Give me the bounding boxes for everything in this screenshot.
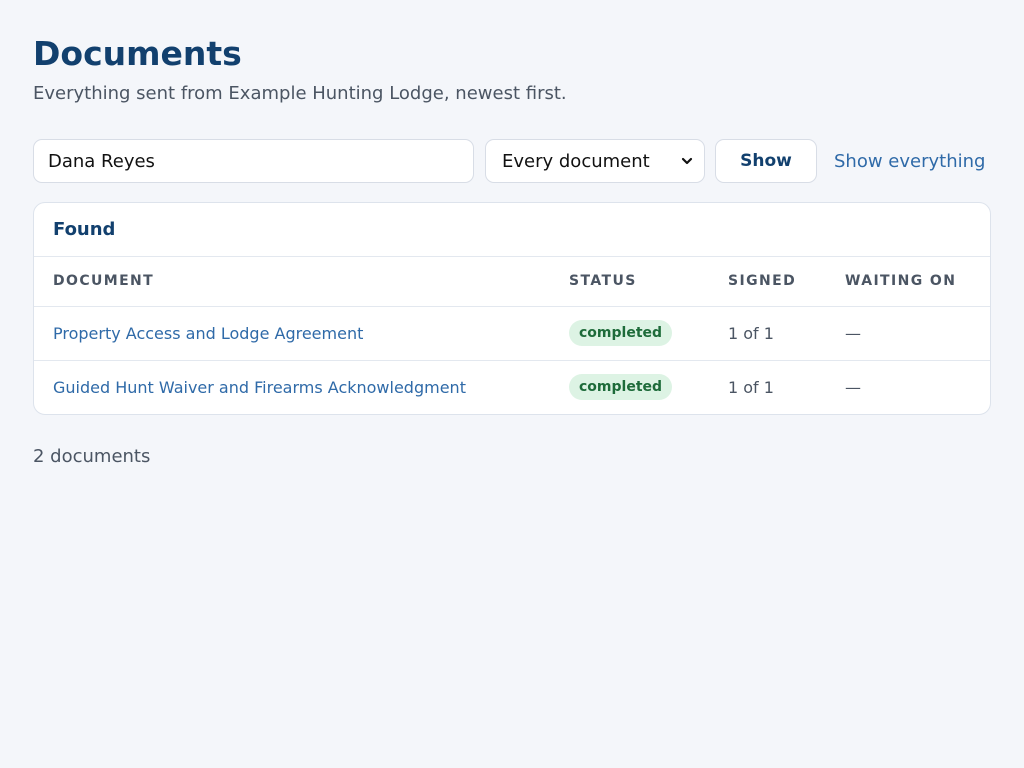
document-link[interactable]: Guided Hunt Waiver and Firearms Acknowle… bbox=[53, 378, 466, 397]
column-header-waiting-on: WAITING ON bbox=[845, 257, 990, 307]
documents-page: Documents Everything sent from Example H… bbox=[0, 0, 1024, 768]
result-count: 2 documents bbox=[33, 446, 151, 467]
column-header-signed: SIGNED bbox=[728, 257, 845, 307]
document-type-select-value: Every document bbox=[502, 150, 650, 172]
waiting-on: — bbox=[845, 359, 990, 414]
column-header-status: STATUS bbox=[569, 257, 728, 307]
status-badge: completed bbox=[569, 320, 673, 346]
filter-bar: Every document Show Show everything bbox=[33, 139, 991, 183]
chevron-down-icon bbox=[681, 157, 693, 165]
waiting-on: — bbox=[845, 323, 861, 343]
column-header-document: DOCUMENT bbox=[34, 257, 569, 307]
document-link[interactable]: Property Access and Lodge Agreement bbox=[53, 324, 363, 343]
show-everything-link[interactable]: Show everything bbox=[834, 151, 985, 172]
results-card: Found DOCUMENT STATUS SIGNED WAITING ON … bbox=[33, 202, 991, 415]
table-row: Guided Hunt Waiver and Firearms Acknowle… bbox=[34, 359, 990, 414]
page-title: Documents bbox=[33, 34, 242, 73]
documents-table: DOCUMENT STATUS SIGNED WAITING ON Proper… bbox=[34, 257, 990, 414]
signed-count: 1 of 1 bbox=[728, 323, 774, 343]
table-row: Property Access and Lodge Agreement comp… bbox=[34, 306, 990, 360]
results-heading: Found bbox=[34, 203, 990, 257]
document-type-select[interactable]: Every document bbox=[485, 139, 705, 183]
search-input[interactable] bbox=[33, 139, 474, 183]
show-button[interactable]: Show bbox=[715, 139, 817, 183]
page-subtitle: Everything sent from Example Hunting Lod… bbox=[33, 83, 567, 104]
table-header-row: DOCUMENT STATUS SIGNED WAITING ON bbox=[34, 257, 990, 307]
signed-count: 1 of 1 bbox=[728, 359, 845, 414]
status-badge: completed bbox=[569, 374, 673, 401]
